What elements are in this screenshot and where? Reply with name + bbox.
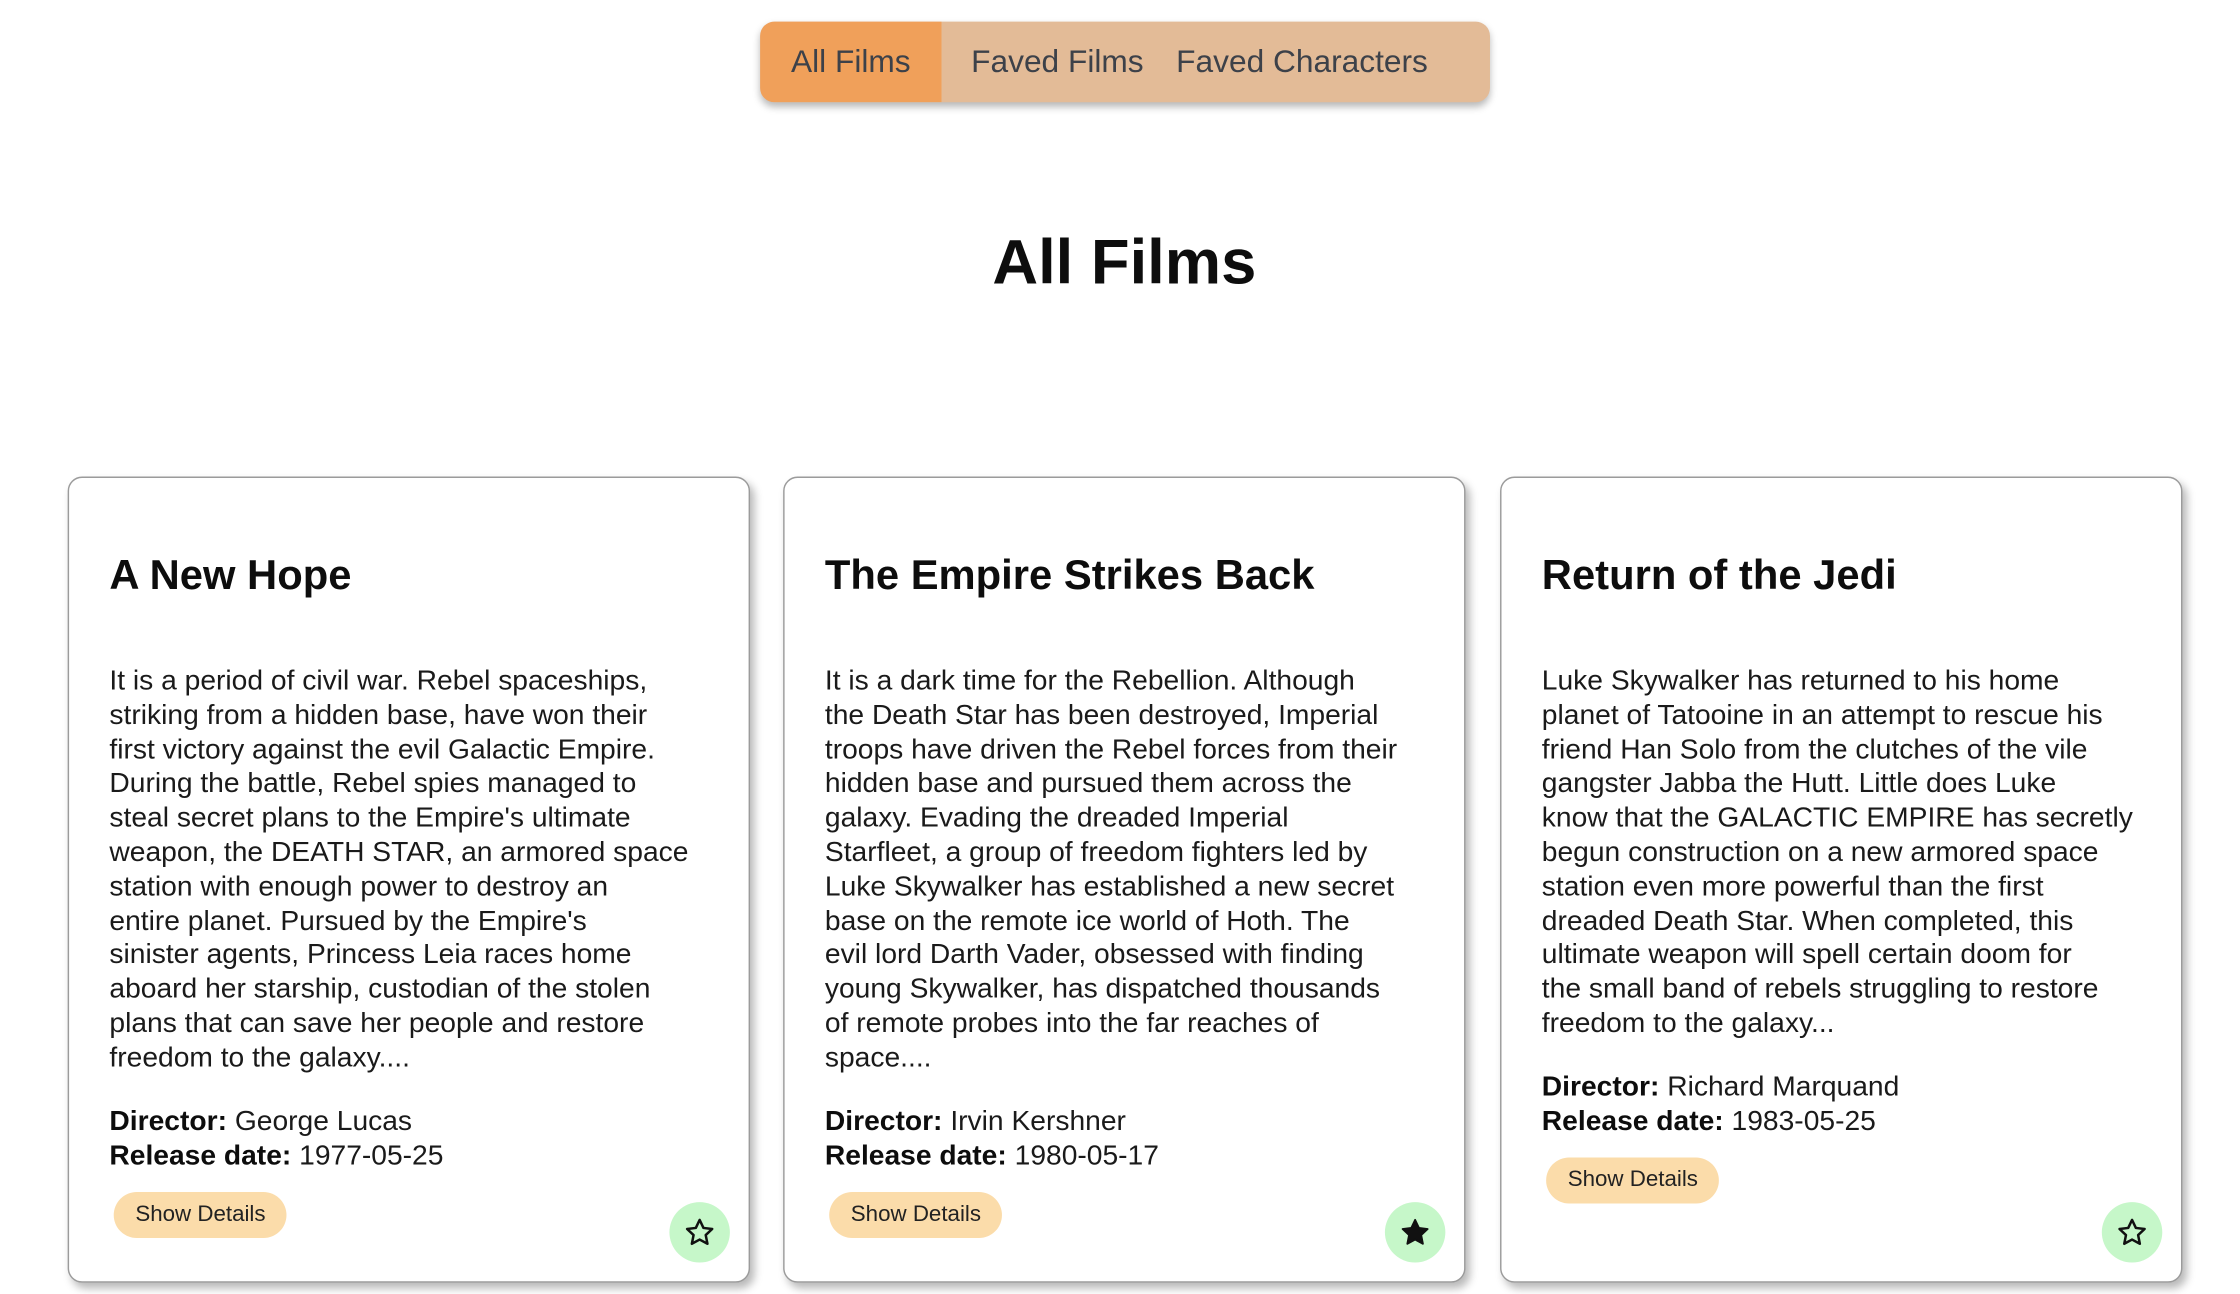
film-meta: Director: George Lucas Release date: 197… bbox=[109, 1104, 728, 1173]
page-title: All Films bbox=[992, 227, 1257, 298]
film-title: The Empire Strikes Back bbox=[824, 552, 1315, 599]
director-row: Director: Irvin Kershner bbox=[825, 1104, 1444, 1139]
release-row: Release date: 1977-05-25 bbox=[109, 1138, 728, 1173]
release-label: Release date: bbox=[1541, 1105, 1724, 1137]
star-filled-icon bbox=[1401, 1218, 1429, 1245]
director-value: Richard Marquand bbox=[1667, 1070, 1900, 1103]
fav-button[interactable] bbox=[2101, 1202, 2163, 1263]
star-outline-icon bbox=[685, 1218, 714, 1246]
film-meta: Director: Irvin Kershner Release date: 1… bbox=[825, 1104, 1444, 1173]
release-date-value: 1980-05-17 bbox=[1014, 1139, 1159, 1172]
director-value: Irvin Kershner bbox=[950, 1104, 1126, 1137]
fav-button[interactable] bbox=[669, 1202, 730, 1263]
film-title: A New Hope bbox=[109, 552, 352, 599]
director-label: Director: bbox=[109, 1104, 227, 1137]
release-date-value: 1983-05-25 bbox=[1731, 1105, 1876, 1137]
director-label: Director: bbox=[1541, 1070, 1660, 1103]
film-card: A New Hope It is a period of civil war. … bbox=[67, 476, 751, 1283]
show-details-button[interactable]: Show Details bbox=[113, 1191, 288, 1238]
film-nav: All Films Faved Films Faved Characters bbox=[760, 21, 1490, 103]
film-meta: Director: Richard Marquand Release date:… bbox=[1542, 1069, 2161, 1138]
tab-faved-characters[interactable]: Faved Characters bbox=[1173, 22, 1490, 103]
film-card: The Empire Strikes Back It is a dark tim… bbox=[783, 476, 1466, 1283]
director-row: Director: Richard Marquand bbox=[1542, 1069, 2161, 1104]
opening-crawl: It is a period of civil war. Rebel space… bbox=[109, 665, 689, 1074]
opening-crawl: It is a dark time for the Rebellion. Alt… bbox=[824, 665, 1398, 1074]
tab-faved-films[interactable]: Faved Films bbox=[941, 22, 1173, 103]
release-label: Release date: bbox=[109, 1139, 292, 1172]
director-row: Director: George Lucas bbox=[109, 1104, 728, 1139]
fav-button[interactable] bbox=[1384, 1202, 1446, 1263]
tab-all-films[interactable]: All Films bbox=[760, 21, 942, 103]
show-details-button[interactable]: Show Details bbox=[829, 1191, 1003, 1238]
film-card: Return of the Jedi Luke Skywalker has re… bbox=[1500, 476, 2183, 1283]
show-details-button[interactable]: Show Details bbox=[1546, 1157, 1720, 1204]
film-card-body: It is a dark time for the Rebellion. Alt… bbox=[824, 665, 1444, 1238]
film-card-body: It is a period of civil war. Rebel space… bbox=[109, 665, 728, 1238]
page: All Films Faved Films Faved Characters A… bbox=[0, 0, 2240, 1294]
film-title: Return of the Jedi bbox=[1541, 552, 1897, 599]
release-row: Release date: 1980-05-17 bbox=[825, 1138, 1444, 1173]
release-row: Release date: 1983-05-25 bbox=[1542, 1104, 2161, 1139]
director-label: Director: bbox=[824, 1104, 943, 1137]
star-outline-icon bbox=[2118, 1218, 2146, 1246]
release-label: Release date: bbox=[824, 1139, 1007, 1172]
release-date-value: 1977-05-25 bbox=[299, 1139, 444, 1172]
opening-crawl: Luke Skywalker has returned to his home … bbox=[1541, 665, 2133, 1040]
film-card-body: Luke Skywalker has returned to his home … bbox=[1541, 665, 2161, 1204]
director-value: George Lucas bbox=[234, 1104, 413, 1137]
